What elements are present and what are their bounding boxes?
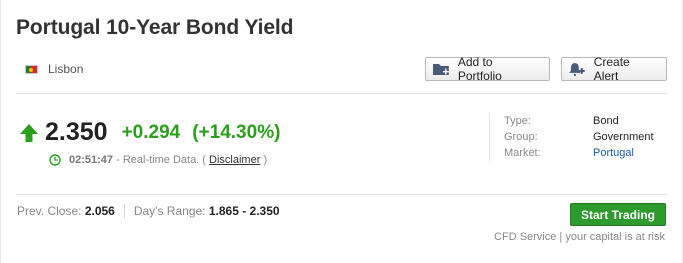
stats-divider (123, 204, 125, 218)
type-value: Bond (593, 115, 619, 127)
clock-icon (49, 154, 61, 166)
price-row: 2.350 +0.294 (+14.30%) (19, 118, 280, 147)
group-label: Group: (504, 131, 538, 143)
page-title: Portugal 10-Year Bond Yield (16, 16, 294, 39)
location-row: Lisbon (25, 62, 83, 76)
last-price: 2.350 (45, 118, 108, 146)
last-update-time: 02:51:47 (69, 154, 114, 166)
divider (16, 194, 667, 195)
create-alert-button[interactable]: Create Alert (561, 55, 667, 83)
type-label: Type: (504, 115, 531, 127)
time-row: 02:51:47 - Real-time Data. ( Disclaimer … (49, 154, 267, 166)
portfolio-icon (432, 64, 449, 75)
prev-close-value: 2.056 (84, 204, 115, 218)
start-trading-button[interactable]: Start Trading (570, 203, 666, 226)
bell-icon (568, 63, 585, 76)
days-range-label: Day's Range: (133, 204, 206, 218)
info-row-market: Market: Portugal (504, 145, 654, 161)
instrument-panel: Portugal 10-Year Bond Yield Lisbon Add t… (0, 0, 683, 263)
arrow-up-icon (20, 123, 38, 142)
info-row-type: Type: Bond (504, 113, 654, 129)
days-range-value: 1.865 - 2.350 (208, 204, 280, 218)
add-to-portfolio-label: Add to Portfolio (457, 55, 502, 83)
info-row-group: Group: Government (504, 129, 654, 145)
prev-close-label: Prev. Close: (17, 204, 82, 218)
add-to-portfolio-button[interactable]: Add to Portfolio (425, 55, 550, 83)
market-label: Market: (504, 147, 541, 159)
market-link[interactable]: Portugal (593, 147, 634, 159)
create-alert-label: Create Alert (593, 55, 630, 83)
location-label: Lisbon (48, 62, 84, 76)
divider (16, 93, 667, 94)
portugal-flag-icon (25, 64, 38, 74)
disclaimer-link[interactable]: Disclaimer (209, 154, 260, 166)
cfd-risk-notice: CFD Service | your capital is at risk (494, 231, 665, 243)
instrument-info: Type: Bond Group: Government Market: Por… (489, 113, 654, 161)
price-change: +0.294 (121, 121, 181, 143)
group-value: Government (593, 131, 654, 143)
close-paren: ) (263, 154, 268, 166)
stats-row: Prev. Close: 2.056 Day's Range: 1.865 - … (17, 204, 280, 218)
price-change-percent: (+14.30%) (192, 121, 281, 143)
realtime-text: - Real-time Data. ( (116, 154, 206, 166)
